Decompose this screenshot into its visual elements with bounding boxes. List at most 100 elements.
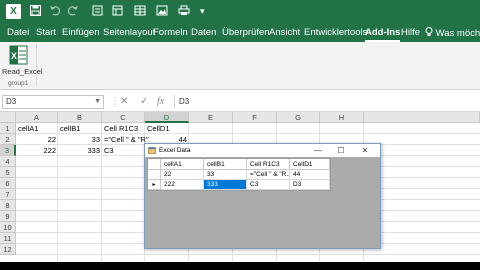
gridline (101, 123, 102, 262)
current-row-indicator-icon[interactable]: ▸ (148, 180, 161, 190)
cell-d1[interactable]: CellD1 (147, 123, 170, 134)
excel-logo-icon: X (6, 4, 21, 19)
column-header-d[interactable]: D (145, 112, 189, 123)
dialog-title-bar[interactable]: Excel Data — ☐ ✕ (145, 144, 380, 157)
column-header-f[interactable]: F (233, 112, 277, 123)
formula-input[interactable]: D3 (174, 95, 478, 109)
minimize-button[interactable]: — (309, 145, 327, 156)
group-separator (36, 44, 37, 86)
ribbon-panel: X Read_Excel group1 (0, 42, 480, 90)
dgv-cell-selected[interactable]: 333 (204, 180, 247, 190)
customize-qat-icon[interactable]: ▾ (200, 4, 205, 18)
excel-window: X ▾ Datei Start Einfügen Seitenlayout Fo… (0, 0, 480, 262)
cell-b3[interactable]: 333 (58, 145, 100, 156)
dgv-cell[interactable]: 33 (204, 170, 247, 180)
table-icon[interactable] (134, 5, 146, 19)
row-header-2[interactable]: 2 (0, 134, 16, 145)
row-header-4[interactable]: 4 (0, 156, 16, 167)
read-excel-button[interactable]: X Read_Excel (2, 44, 43, 80)
svg-text:X: X (11, 51, 17, 61)
dgv-cell[interactable]: 44 (290, 170, 330, 180)
row-header-10[interactable]: 10 (0, 222, 16, 233)
cell-b1[interactable]: cellB1 (60, 123, 80, 134)
column-header-a[interactable]: A (16, 112, 58, 123)
row-header-11[interactable]: 11 (0, 233, 16, 244)
row-header-7[interactable]: 7 (0, 189, 16, 200)
dialog-title: Excel Data (159, 147, 191, 154)
column-header-c[interactable]: C (102, 112, 145, 123)
row-header-8[interactable]: 8 (0, 200, 16, 211)
cell-a1[interactable]: cellA1 (18, 123, 38, 134)
tell-me-search[interactable]: Was möchter (425, 27, 480, 40)
tab-add-ins[interactable]: Add-Ins (365, 27, 401, 42)
more-icon: ⋮ (110, 96, 120, 107)
column-header-g[interactable]: G (277, 112, 320, 123)
cell-c3[interactable]: C3 (104, 145, 114, 156)
tell-me-text: Was möchter (435, 28, 480, 39)
title-bar: X ▾ (0, 0, 480, 24)
group-label: group1 (8, 80, 29, 87)
tab-ueberpruefen[interactable]: Überprüfen (222, 27, 270, 39)
cell-b2[interactable]: 33 (58, 134, 100, 145)
cancel-icon[interactable]: ✕ (120, 96, 128, 108)
data-grid-view[interactable]: cellA1 cellB1 Cell R1C3 CellD1 22 33 ="C… (147, 158, 331, 191)
tab-hilfe[interactable]: Hilfe (401, 27, 420, 39)
row-header-3[interactable]: 3 (0, 145, 16, 156)
dgv-cell[interactable]: C3 (247, 180, 290, 190)
image-icon[interactable] (156, 5, 168, 19)
tab-datei[interactable]: Datei (7, 27, 29, 39)
tab-einfuegen[interactable]: Einfügen (62, 27, 100, 39)
close-button[interactable]: ✕ (356, 145, 374, 156)
row-header-6[interactable]: 6 (0, 178, 16, 189)
gridline (16, 254, 480, 255)
row-header-9[interactable]: 9 (0, 211, 16, 222)
column-header-e[interactable]: E (189, 112, 233, 123)
dgv-cell[interactable]: D3 (290, 180, 330, 190)
cell-c2[interactable]: ="Cell " & "R" (104, 134, 149, 145)
dgv-cell[interactable]: ="Cell " & "R... (247, 170, 290, 180)
cell-a3[interactable]: 222 (16, 145, 56, 156)
column-header-h[interactable]: H (320, 112, 364, 123)
form-window-icon (148, 147, 156, 154)
tab-entwicklertools[interactable]: Entwicklertools (304, 27, 367, 39)
column-header-filler (364, 112, 480, 123)
chevron-down-icon[interactable]: ▼ (94, 96, 101, 108)
select-all-corner[interactable] (0, 112, 16, 123)
dgv-column-header[interactable]: cellA1 (161, 159, 204, 170)
printer-icon[interactable] (178, 5, 190, 19)
formula-bar: D3 ▼ ⋮ ✕ ✓ fx D3 (0, 92, 480, 112)
row-header-1[interactable]: 1 (0, 123, 16, 134)
excel-data-dialog: Excel Data — ☐ ✕ cellA1 cellB1 Cell R1C3… (144, 143, 381, 249)
tab-seitenlayout[interactable]: Seitenlayout (103, 27, 155, 39)
touch-mode-icon[interactable] (92, 5, 103, 19)
name-box-value: D3 (6, 97, 17, 106)
row-header-5[interactable]: 5 (0, 167, 16, 178)
read-excel-icon: X (9, 45, 28, 65)
form-icon[interactable] (112, 5, 123, 19)
maximize-button[interactable]: ☐ (332, 145, 350, 156)
function-icon[interactable]: fx (157, 96, 164, 108)
dgv-row-header[interactable] (148, 170, 161, 180)
dgv-column-header[interactable]: CellD1 (290, 159, 330, 170)
dgv-column-header[interactable]: Cell R1C3 (247, 159, 290, 170)
tab-ansicht[interactable]: Ansicht (269, 27, 300, 39)
cell-a2[interactable]: 22 (16, 134, 56, 145)
dgv-cell[interactable]: 222 (161, 180, 204, 190)
dgv-column-header[interactable]: cellB1 (204, 159, 247, 170)
lightbulb-icon (425, 27, 433, 36)
tab-formeln[interactable]: Formeln (153, 27, 188, 39)
read-excel-label: Read_Excel (2, 67, 43, 76)
dgv-cell[interactable]: 22 (161, 170, 204, 180)
enter-icon[interactable]: ✓ (140, 96, 148, 108)
tab-daten[interactable]: Daten (191, 27, 216, 39)
row-header-12[interactable]: 12 (0, 244, 16, 255)
redo-icon[interactable] (67, 4, 79, 19)
cell-c1[interactable]: Cell R1C3 (104, 123, 138, 134)
name-box[interactable]: D3 ▼ (2, 95, 104, 109)
ribbon-tabs: Datei Start Einfügen Seitenlayout Formel… (0, 24, 480, 42)
undo-icon[interactable] (49, 4, 61, 19)
tab-start[interactable]: Start (36, 27, 56, 39)
column-header-b[interactable]: B (58, 112, 102, 123)
save-icon[interactable] (30, 5, 41, 19)
dgv-corner (148, 159, 161, 170)
